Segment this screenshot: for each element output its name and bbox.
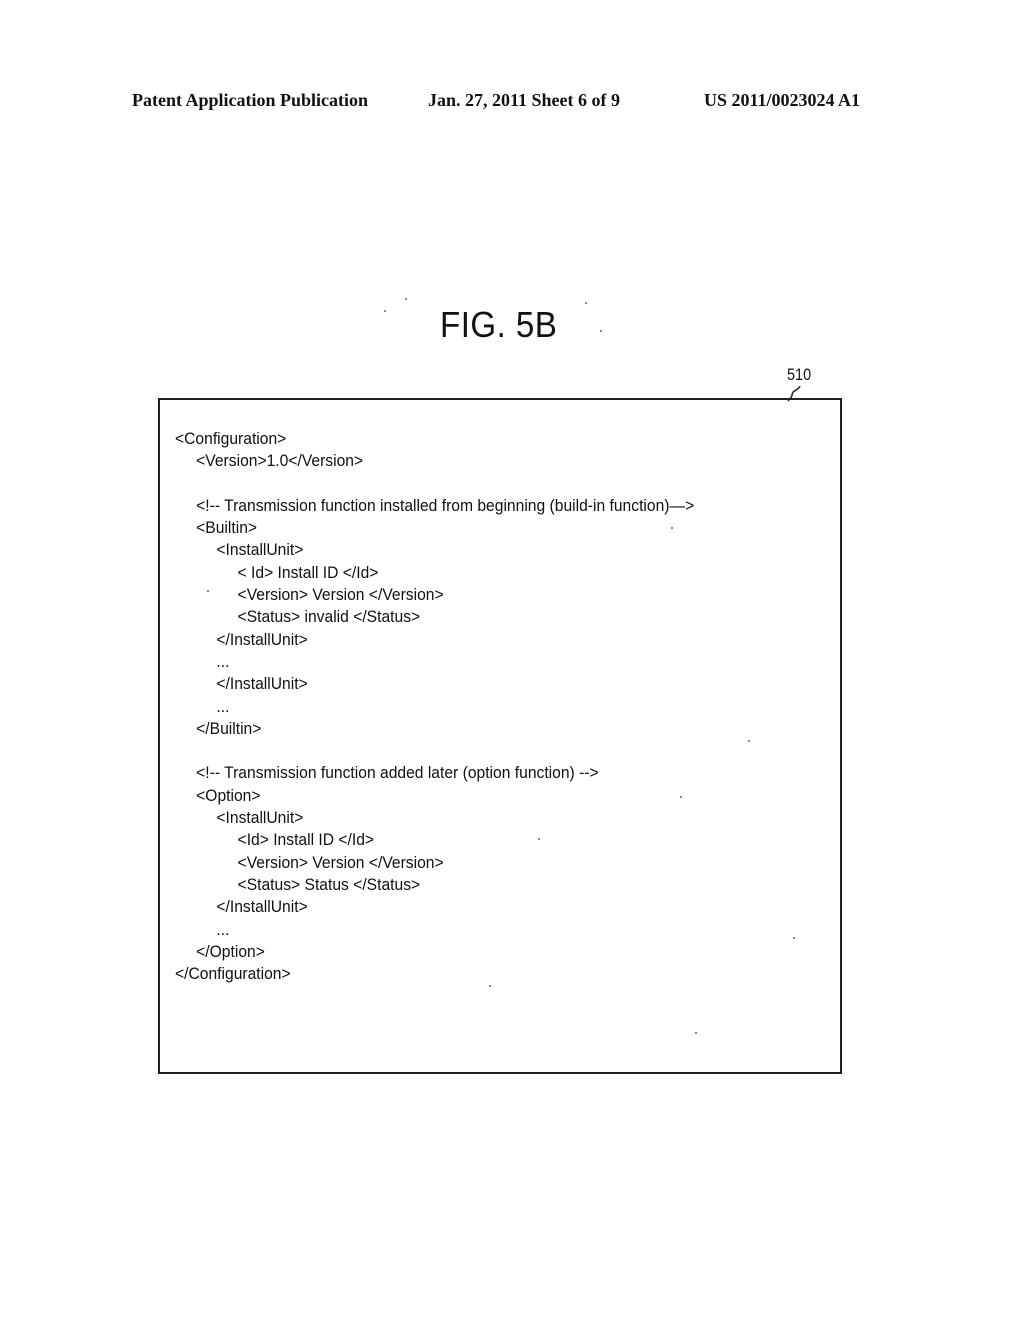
code-line: </InstallUnit> — [216, 897, 308, 917]
code-line: <Version> Version </Version> — [237, 585, 444, 605]
code-line: <Configuration> — [175, 429, 287, 448]
code-line: ... — [216, 651, 230, 671]
scan-speck — [538, 838, 540, 840]
code-line: <!-- Transmission function added later (… — [196, 763, 599, 783]
figure-title: FIG. 5B — [440, 304, 558, 345]
publication-number: US 2011/0023024 A1 — [704, 90, 861, 110]
publication-type: Patent Application Publication — [132, 90, 369, 110]
scan-speck — [695, 1032, 697, 1034]
code-line: < Id> Install ID </Id> — [237, 562, 379, 582]
scan-speck — [793, 937, 795, 939]
code-line: </Option> — [196, 941, 265, 961]
code-line: </Configuration> — [175, 964, 291, 984]
code-line: <Id> Install ID </Id> — [237, 830, 375, 850]
scan-speck — [207, 590, 209, 592]
scan-speck — [680, 796, 682, 798]
code-line: <Builtin> — [196, 518, 258, 538]
scan-speck — [600, 330, 602, 332]
date-and-sheet: Jan. 27, 2011 Sheet 6 of 9 — [428, 90, 621, 110]
scan-speck — [748, 740, 750, 742]
code-line: ... — [216, 919, 230, 939]
scan-speck — [384, 310, 386, 312]
code-line: </InstallUnit> — [216, 674, 308, 694]
code-line: ... — [216, 696, 230, 716]
scan-speck — [405, 298, 407, 300]
scan-speck — [585, 302, 587, 304]
code-line: <Version>1.0</Version> — [196, 451, 364, 471]
scan-speck — [489, 985, 491, 987]
code-line: </InstallUnit> — [216, 629, 308, 649]
code-line: <InstallUnit> — [216, 540, 304, 560]
code-line: <!-- Transmission function installed fro… — [196, 495, 695, 515]
xml-code-listing: <Configuration> <Version>1.0</Version> <!-… — [175, 428, 739, 985]
code-line: <Status> invalid </Status> — [237, 607, 421, 627]
code-line: <Version> Version </Version> — [237, 852, 444, 872]
scan-speck — [671, 527, 673, 529]
reference-numeral: 510 — [787, 365, 812, 384]
code-line: </Builtin> — [196, 718, 262, 738]
page-header: Patent Application Publication Jan. 27, … — [0, 90, 1024, 114]
code-line: <InstallUnit> — [216, 808, 304, 828]
code-line: <Status> Status </Status> — [237, 874, 421, 894]
code-line: <Option> — [196, 785, 261, 805]
